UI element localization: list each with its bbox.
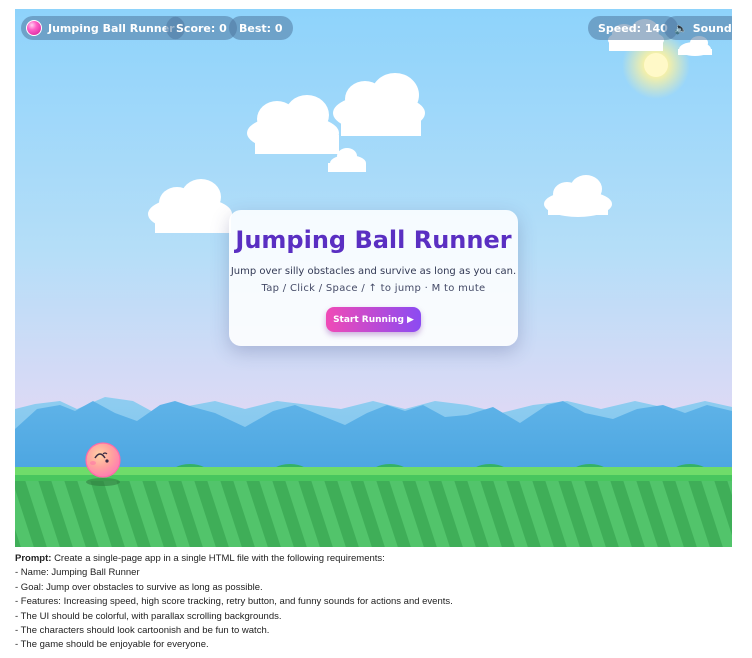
card-controls: Tap / Click / Space / ↑ to jump · M to m… [261,283,486,294]
speed-label: Speed: [598,21,641,35]
cloud [148,179,232,233]
score-value: 0 [219,21,227,35]
grass-edge [15,475,732,481]
player-ball [85,442,121,478]
best-value: 0 [274,21,283,35]
cloud [333,73,425,136]
ground [15,481,732,547]
game-title-pill: Jumping Ball Runner [21,16,185,40]
ball-icon [26,20,42,36]
prompt-line: - The UI should be colorful, with parall… [15,610,282,622]
prompt-line: - Name: Jumping Ball Runner [15,567,140,579]
prompt-line: - Goal: Jump over obstacles to survive a… [15,581,263,593]
prompt-line: - The game should be enjoyable for every… [15,639,209,651]
score-label: Score: [176,21,216,35]
sound-label: Sound [692,21,732,35]
prompt-text: Prompt: Create a single-page app in a si… [15,552,735,653]
best-label: Best: [239,21,272,35]
sun-core [644,53,668,77]
best-pill: Best: 0 [229,16,293,40]
prompt-line: - The characters should look cartoonish … [15,625,270,637]
game-canvas[interactable]: Jumping Ball Runner Score: 0 Best: 0 Spe… [15,9,732,547]
card-title: Jumping Ball Runner [235,226,512,254]
card-subtitle: Jump over silly obstacles and survive as… [230,266,517,277]
start-running-button[interactable]: Start Running ▶ [326,307,421,332]
prompt-intro: Create a single-page app in a single HTM… [54,553,385,564]
cloud [247,95,339,154]
prompt-label: Prompt: [15,553,52,564]
sound-toggle-button[interactable]: 🔈 Sound [664,16,732,40]
prompt-line: - Features: Increasing speed, high score… [15,596,453,608]
cloud [544,175,612,217]
speaker-icon: 🔈 [674,21,688,35]
ball-shadow [86,478,120,486]
score-pill: Score: 0 [166,16,237,40]
start-card: Jumping Ball Runner Jump over silly obst… [229,210,518,346]
game-title: Jumping Ball Runner [48,21,175,35]
